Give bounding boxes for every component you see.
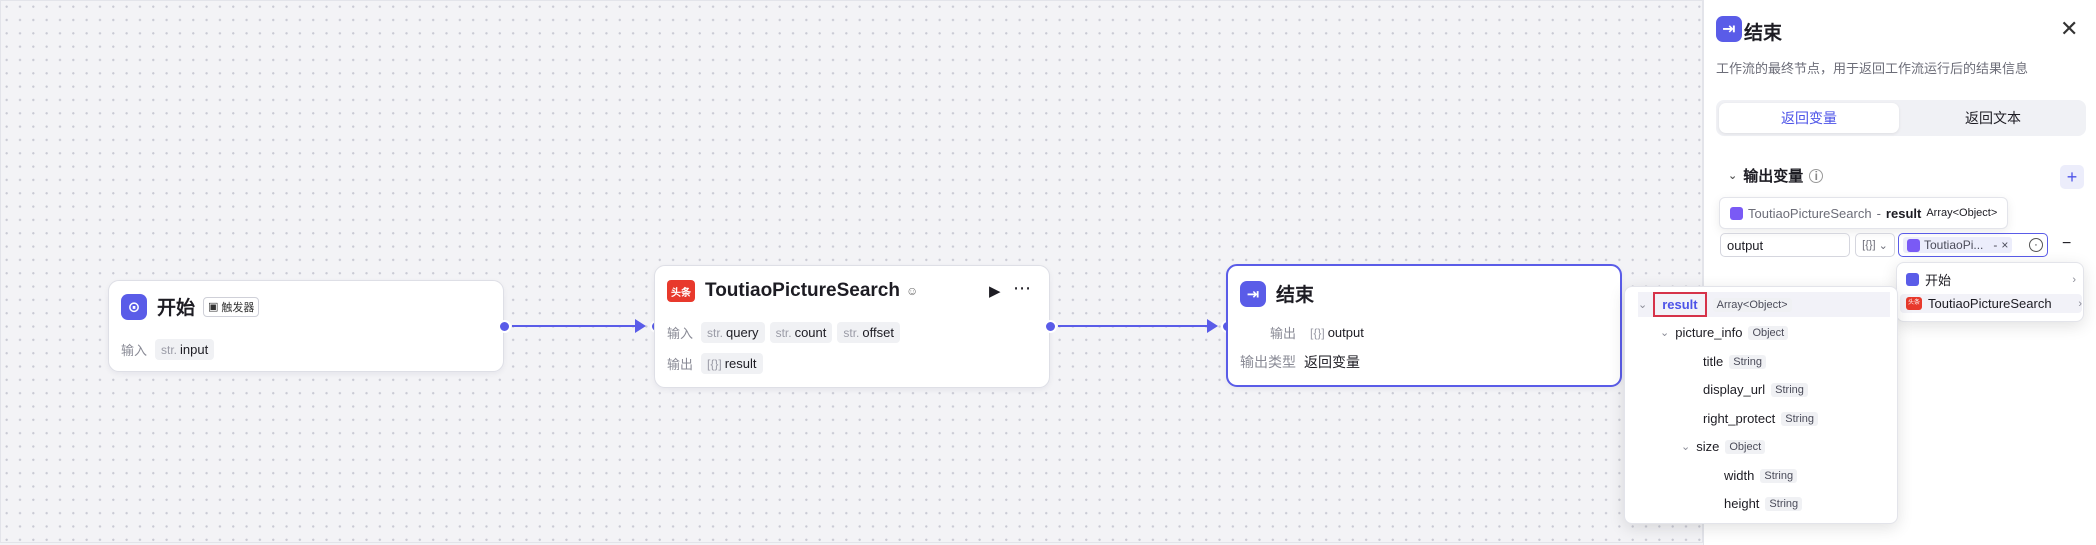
end-output-kind-value: 返回变量 (1304, 354, 1360, 370)
start-input-label: 输入 (121, 343, 148, 358)
trigger-badge[interactable]: ▣ 触发器 (203, 296, 260, 317)
search-output-label: 输出 (667, 357, 694, 372)
search-node[interactable]: 头条 ToutiaoPictureSearch ☺ ▶ ⋯ 输入 str. que… (654, 265, 1050, 388)
more-button[interactable]: ⋯ (1013, 278, 1032, 299)
start-out-port[interactable] (498, 320, 511, 333)
tree-item-size[interactable]: ⌄ size Object (1681, 439, 1766, 454)
start-node[interactable]: ⊙ 开始 ▣ 触发器 输入 str. input (108, 280, 504, 372)
chevron-down-icon: ⌄ (1728, 170, 1738, 182)
panel-end-icon: ⇥ (1716, 16, 1742, 42)
clear-icon[interactable]: · (2029, 238, 2043, 252)
search-node-title: ToutiaoPictureSearch (705, 280, 900, 301)
tree-item-picture-info[interactable]: ⌄ picture_info Object (1660, 325, 1789, 340)
toutiao-logo-icon: 头条 (1906, 297, 1922, 310)
tab-return-variable[interactable]: 返回变量 (1719, 103, 1899, 133)
add-variable-button[interactable]: + (2060, 165, 2084, 189)
end-output-kind-label: 输出类型 (1240, 354, 1296, 370)
tree-item-height[interactable]: height String (1724, 496, 1803, 511)
start-icon (1906, 273, 1919, 286)
variable-tree-menu (1624, 286, 1898, 524)
search-input-offset: str. offset (837, 322, 900, 343)
end-output-label: 输出 (1270, 326, 1297, 341)
variable-name-input[interactable]: output (1720, 233, 1850, 257)
chevron-right-icon: › (2078, 297, 2082, 310)
variable-reference-select[interactable]: ToutiaoPi... - × · (1898, 233, 2048, 257)
start-input-pill: str. input (155, 339, 215, 360)
return-mode-tabs: 返回变量 返回文本 (1716, 100, 2086, 136)
search-out-port[interactable] (1044, 320, 1057, 333)
start-icon: ⊙ (121, 293, 147, 320)
close-icon[interactable]: ✕ (2060, 16, 2078, 42)
run-button[interactable]: ▶ (989, 282, 1001, 300)
info-icon[interactable]: i (1809, 168, 1824, 183)
chevron-right-icon: › (2072, 273, 2076, 286)
panel-description: 工作流的最终节点，用于返回工作流运行后的结果信息 (1716, 61, 2029, 76)
menu-item-start[interactable]: 开始 › (1906, 270, 2076, 289)
variable-type-select[interactable]: [{}] ⌄ (1855, 233, 1895, 257)
reference-tooltip: ToutiaoPictureSearch - result Array<Obje… (1719, 197, 2009, 229)
end-icon: ⇥ (1240, 280, 1266, 307)
plugin-icon (1730, 206, 1743, 220)
chip-close-icon[interactable]: × (2001, 238, 2008, 252)
toutiao-logo-icon: 头条 (667, 280, 695, 302)
menu-item-toutiao[interactable]: 头条 ToutiaoPictureSearch › (1900, 294, 2082, 313)
edge-search-end[interactable] (1058, 319, 1218, 333)
end-output-pill: [{}] output (1310, 325, 1364, 340)
tree-item-display-url[interactable]: display_url String (1703, 382, 1808, 397)
panel-title: 结束 (1744, 23, 1783, 44)
tree-item-result[interactable]: ⌄ result Array<Object> (1638, 292, 1890, 317)
search-output-result: [{}] result (701, 353, 763, 374)
chevron-down-icon: ⌄ (1878, 239, 1888, 252)
chevron-down-icon: ⌄ (1638, 299, 1648, 311)
search-input-count: str. count (769, 322, 833, 343)
tree-item-right-protect[interactable]: right_protect String (1703, 411, 1819, 426)
tree-item-title[interactable]: title String (1703, 354, 1766, 369)
chevron-down-icon: ⌄ (1660, 327, 1670, 339)
edge-start-search[interactable] (512, 319, 646, 333)
tree-item-width[interactable]: width String (1724, 468, 1798, 483)
tab-return-text[interactable]: 返回文本 (1903, 103, 2083, 133)
end-node-title: 结束 (1276, 285, 1315, 306)
end-node[interactable]: ⇥ 结束 输出 [{}] output 输出类型 返回变量 (1226, 264, 1622, 387)
reference-chip[interactable]: ToutiaoPi... - × (1903, 237, 2013, 253)
start-node-title: 开始 (157, 298, 196, 319)
robot-icon: ☺ (905, 284, 919, 298)
search-input-query: str. query (701, 322, 765, 343)
trigger-icon: ▣ (208, 301, 219, 313)
chevron-down-icon: ⌄ (1681, 441, 1691, 453)
output-variables-section[interactable]: ⌄ 输出变量 i (1728, 165, 1824, 186)
search-input-label: 输入 (667, 326, 694, 341)
plugin-icon (1907, 238, 1920, 252)
remove-variable-button[interactable]: − (2062, 235, 2071, 253)
